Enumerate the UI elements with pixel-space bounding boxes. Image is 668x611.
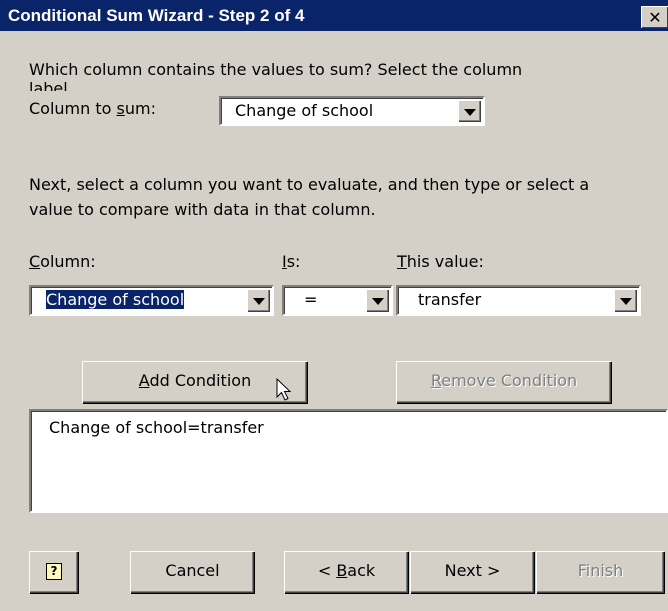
this-value-input[interactable]: transfer (418, 287, 481, 313)
is-label: Is: (282, 252, 301, 271)
column-value: Change of school (46, 290, 185, 309)
back-button[interactable]: < Back (284, 551, 408, 593)
column-select[interactable]: Change of school (29, 285, 274, 316)
this-value-combo[interactable]: transfer (396, 285, 641, 316)
chevron-down-icon[interactable] (614, 289, 637, 312)
sum-prompt-line2: label (29, 82, 68, 91)
column-to-sum-label: Column to sum: (29, 99, 156, 118)
finish-button[interactable]: Finish (536, 551, 664, 593)
window-title: Conditional Sum Wizard - Step 2 of 4 (8, 6, 305, 25)
sum-prompt-line1: Which column contains the values to sum?… (29, 60, 523, 79)
condition-item[interactable]: Change of school=transfer (49, 417, 264, 438)
column-label: Column: (29, 252, 96, 271)
conditions-list[interactable]: Change of school=transfer (29, 409, 668, 513)
mouse-pointer-icon (276, 378, 292, 401)
cancel-button[interactable]: Cancel (130, 551, 254, 593)
help-icon: ? (46, 563, 62, 580)
column-to-sum-value: Change of school (235, 101, 374, 120)
add-condition-button[interactable]: Add Condition (82, 361, 307, 403)
operator-select[interactable]: = (282, 285, 393, 316)
evaluate-prompt-line1: Next, select a column you want to evalua… (29, 175, 590, 194)
sum-prompt-line2-clip: label (29, 82, 68, 91)
evaluate-prompt-line2: value to compare with data in that colum… (29, 200, 376, 219)
remove-condition-button[interactable]: Remove Condition (396, 361, 611, 403)
next-button[interactable]: Next > (410, 551, 534, 593)
column-to-sum-select[interactable]: Change of school (219, 96, 485, 126)
operator-value: = (304, 290, 318, 309)
help-button[interactable]: ? (29, 551, 78, 593)
this-value-label: This value: (397, 252, 484, 271)
chevron-down-icon[interactable] (247, 289, 270, 312)
title-bar: Conditional Sum Wizard - Step 2 of 4 (0, 0, 668, 31)
close-button[interactable]: ✕ (641, 6, 668, 28)
chevron-down-icon[interactable] (366, 289, 389, 312)
close-icon: ✕ (648, 8, 662, 27)
chevron-down-icon[interactable] (458, 100, 481, 122)
